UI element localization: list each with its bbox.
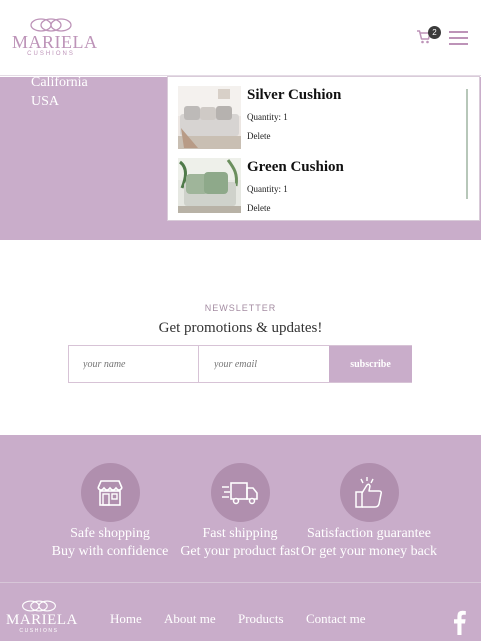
feature-title: Satisfaction guarantee — [306, 526, 431, 541]
footer-nav-about[interactable]: About me — [164, 611, 216, 627]
site-footer: MARIELA CUSHIONS Home About me Products … — [0, 582, 481, 641]
footer-nav-home[interactable]: Home — [110, 611, 142, 627]
delete-link[interactable]: Delete — [247, 203, 270, 213]
newsletter-title: Get promotions & updates! — [158, 320, 323, 336]
cart-scrollbar[interactable] — [466, 89, 468, 199]
address: California USA — [31, 73, 88, 111]
subscribe-button[interactable]: subscribe — [329, 346, 412, 382]
facebook-icon[interactable] — [451, 609, 467, 635]
site-header: MARIELA CUSHIONS 2 — [0, 0, 481, 76]
logo-rings-icon — [30, 18, 72, 32]
cart-button[interactable]: 2 — [416, 26, 441, 47]
feature-subtitle: Buy with confidence — [51, 544, 169, 559]
logo-name: MARIELA — [12, 32, 98, 52]
silver-cushion-image — [178, 86, 241, 149]
green-cushion-image — [178, 158, 241, 221]
feature-fast-shipping: Fast shipping Get your product fast — [170, 463, 310, 561]
footer-logo[interactable]: MARIELA CUSHIONS — [6, 600, 78, 635]
address-line-1: California — [31, 75, 88, 90]
store-icon — [80, 463, 140, 522]
logo-tagline: CUSHIONS — [19, 628, 59, 634]
cart-item-quantity: Quantity: 1 — [247, 184, 288, 194]
logo-rings-icon — [22, 600, 56, 612]
logo-name: MARIELA — [6, 612, 78, 628]
footer-nav-products[interactable]: Products — [238, 611, 284, 627]
cart-dropdown[interactable]: Silver Cushion Quantity: 1 Delete Green … — [167, 76, 480, 221]
feature-satisfaction: Satisfaction guarantee Or get your money… — [299, 463, 439, 561]
cart-count-badge: 2 — [428, 26, 441, 39]
footer-nav-contact[interactable]: Contact me — [306, 611, 366, 627]
thumbs-up-icon — [339, 463, 399, 522]
brand-logo[interactable]: MARIELA CUSHIONS — [12, 18, 98, 58]
name-input[interactable] — [69, 346, 199, 382]
truck-icon — [210, 463, 270, 522]
logo-tagline: CUSHIONS — [27, 51, 75, 57]
cart-item-name: Green Cushion — [247, 159, 344, 175]
address-line-2: USA — [31, 94, 60, 109]
delete-link[interactable]: Delete — [247, 131, 270, 141]
newsletter-form: subscribe — [68, 345, 412, 383]
menu-icon[interactable] — [449, 31, 468, 45]
feature-subtitle: Or get your money back — [300, 544, 438, 559]
feature-title: Fast shipping — [202, 526, 278, 541]
cart-item-quantity: Quantity: 1 — [247, 112, 288, 122]
newsletter-label: NEWSLETTER — [204, 303, 277, 313]
email-input[interactable] — [200, 346, 329, 382]
cart-item: Green Cushion Quantity: 1 Delete — [178, 158, 458, 214]
cart-item-name: Silver Cushion — [247, 87, 342, 103]
feature-subtitle: Get your product fast — [180, 544, 300, 559]
features-section: Safe shopping Buy with confidence Fast s… — [0, 435, 481, 582]
cart-item: Silver Cushion Quantity: 1 Delete — [178, 86, 458, 149]
feature-title: Safe shopping — [70, 526, 150, 541]
feature-safe-shopping: Safe shopping Buy with confidence — [40, 463, 180, 561]
